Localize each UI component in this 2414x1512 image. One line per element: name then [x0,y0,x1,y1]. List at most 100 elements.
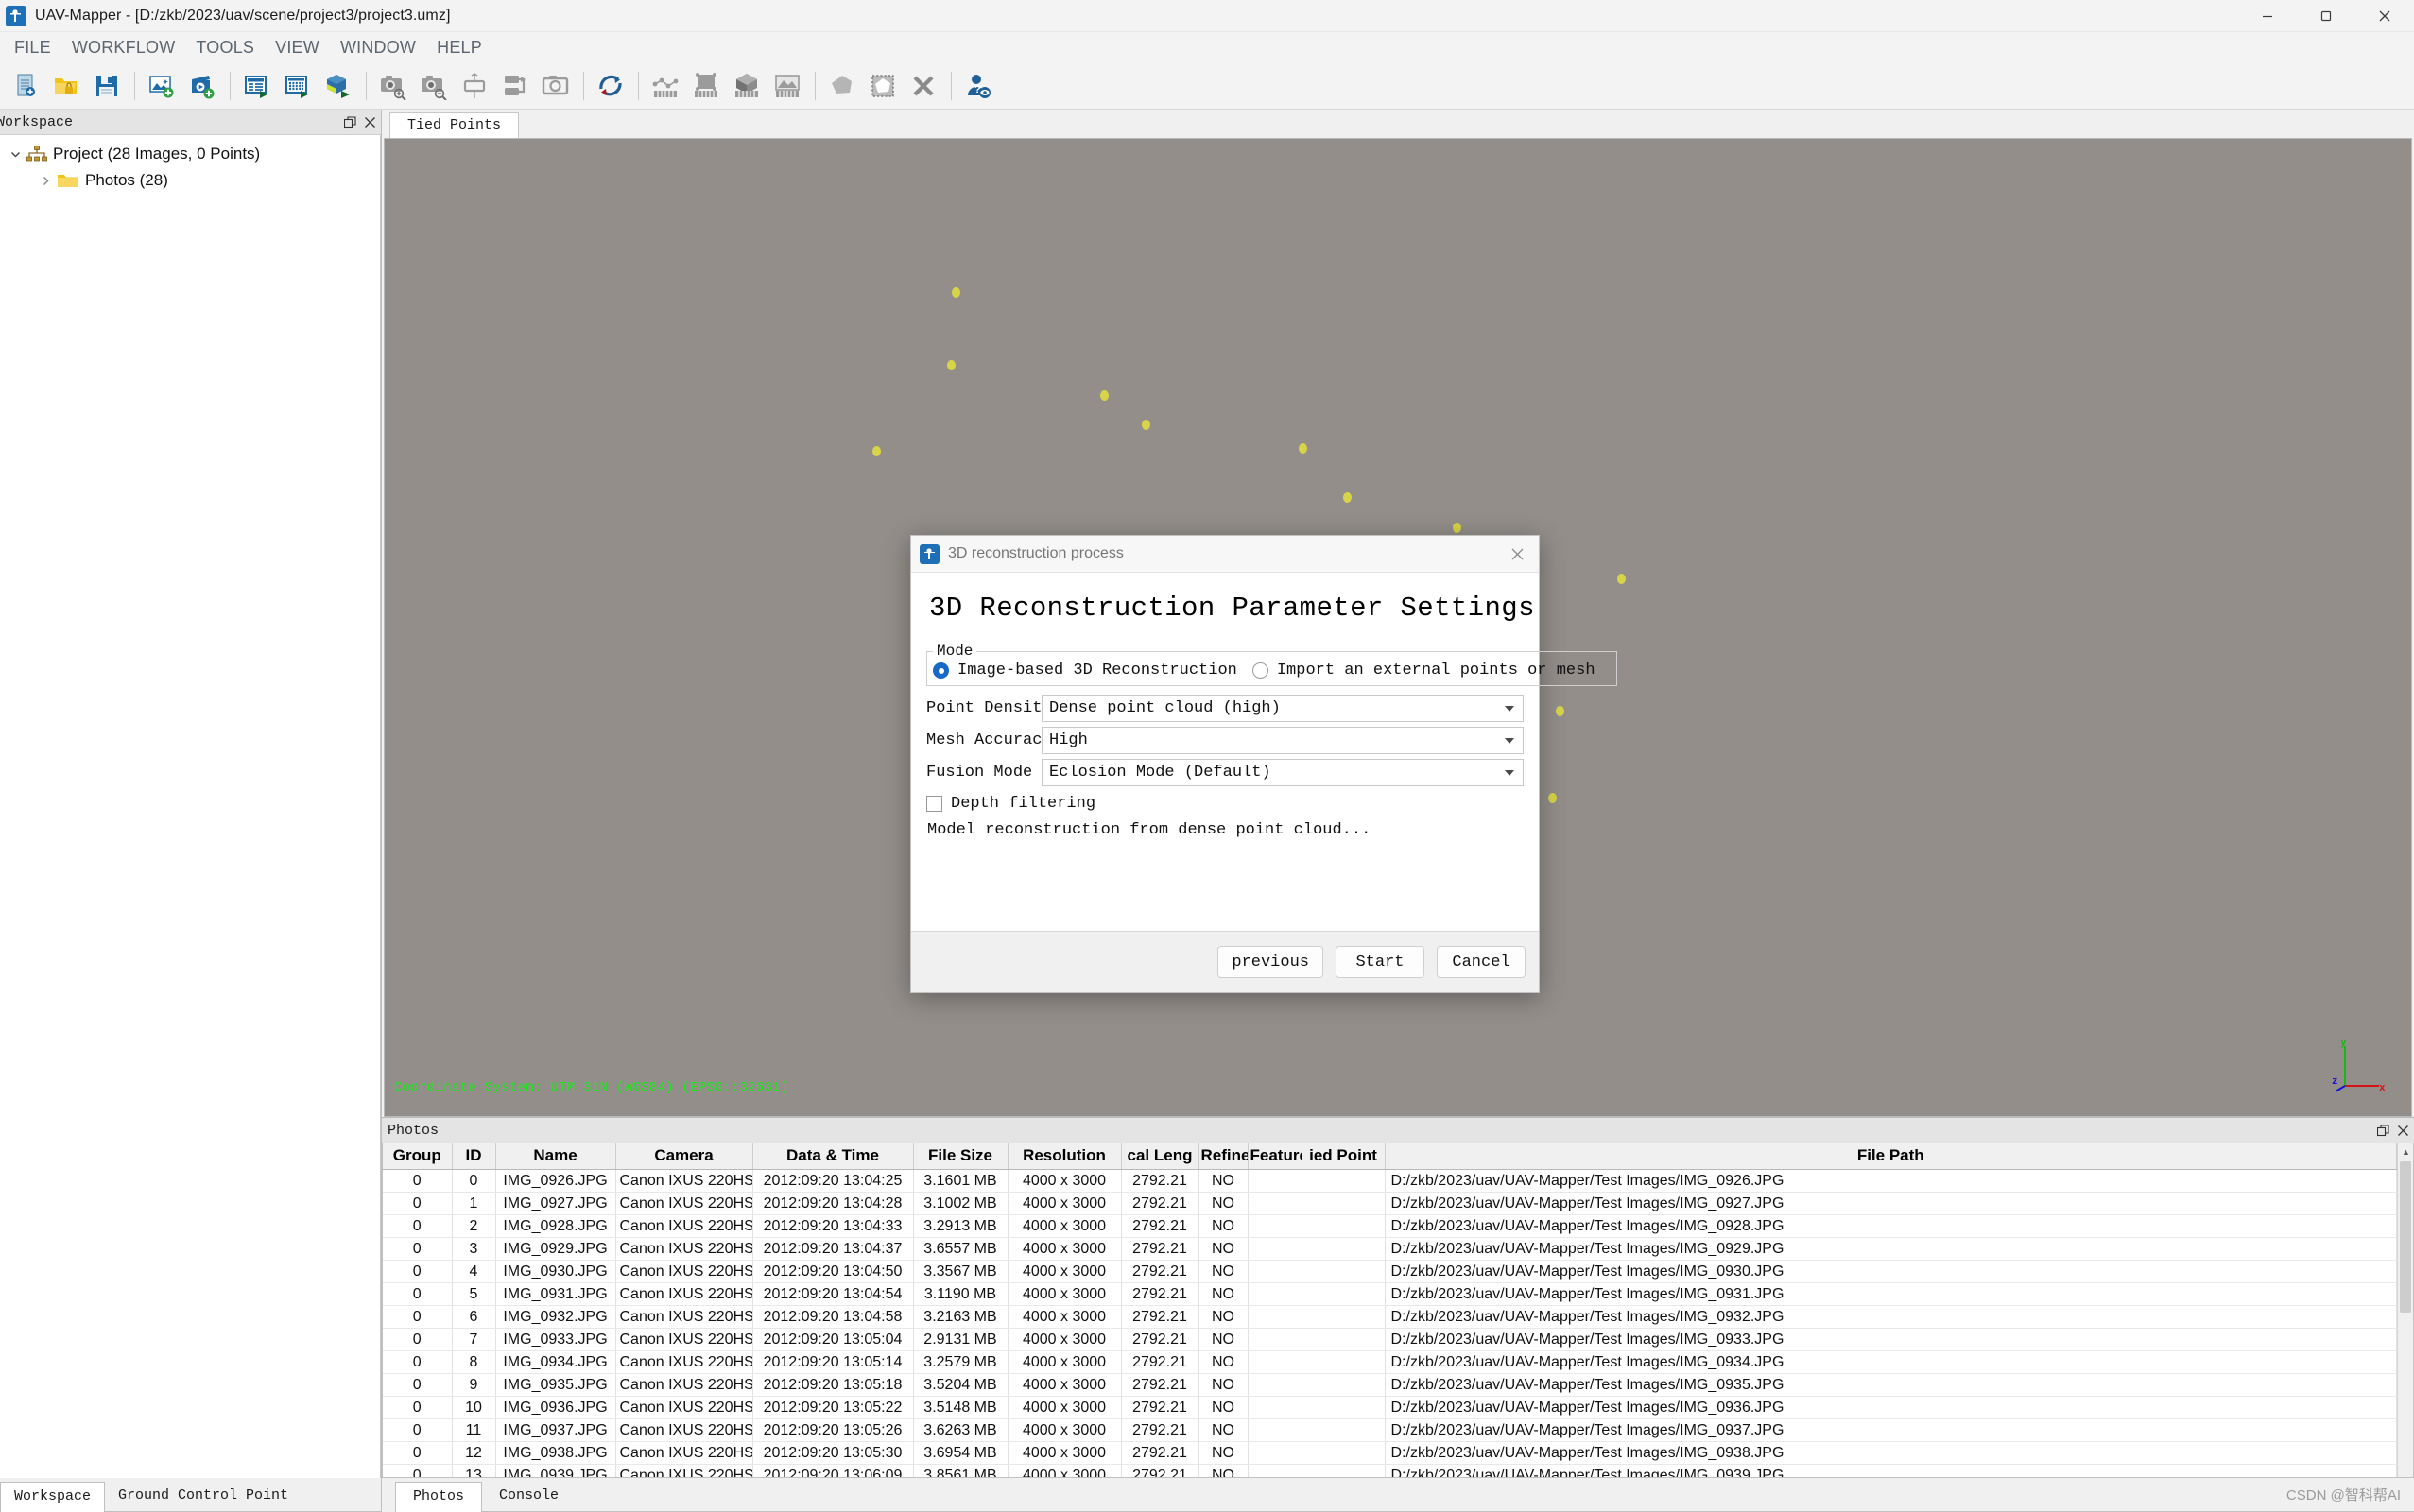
camera-zoom-in-icon[interactable] [373,66,413,106]
close-icon[interactable] [2355,0,2414,32]
table-row[interactable]: 0 1 IMG_0927.JPG Canon IXUS 220HS 2012:09:20… [383,1192,2397,1215]
tree-item-photos[interactable]: Photos (28) [0,167,380,194]
scroll-up-arrow-icon[interactable]: ▲ [2398,1143,2414,1160]
table-row[interactable]: 0 3 IMG_0929.JPG Canon IXUS 220HS 2012:09:20… [383,1237,2397,1261]
camera-icon[interactable] [536,66,576,106]
column-header-camera[interactable]: Camera [615,1143,753,1170]
batch-photo-icon[interactable] [495,66,535,106]
tab-tied-points[interactable]: Tied Points [389,112,520,138]
uav-mapper-logo-icon [6,5,26,26]
photos-table-scrollbar[interactable]: ▲ [2397,1143,2413,1477]
mesh-cube-icon[interactable] [727,66,767,106]
float-dock-icon[interactable] [344,115,356,129]
menu-window[interactable]: WINDOW [330,35,426,60]
table-row[interactable]: 0 7 IMG_0933.JPG Canon IXUS 220HS 2012:09:20… [383,1328,2397,1351]
table-row[interactable]: 0 2 IMG_0928.JPG Canon IXUS 220HS 2012:09:20… [383,1214,2397,1238]
menu-workflow[interactable]: WORKFLOW [61,35,186,60]
table-row[interactable]: 0 12 IMG_0938.JPG Canon IXUS 220HS 2012:09:2… [383,1441,2397,1465]
import-table-icon[interactable] [237,66,277,106]
toolbar-separator [366,72,367,100]
cell-filesize: 3.1190 MB [913,1282,1009,1306]
minimize-icon[interactable] [2238,0,2297,32]
depth-filtering-checkbox[interactable] [926,796,942,812]
column-header-filesize[interactable]: File Size [913,1143,1009,1170]
table-row[interactable]: 0 13 IMG_0939.JPG Canon IXUS 220HS 2012:09:2… [383,1464,2397,1477]
table-row[interactable]: 0 0 IMG_0926.JPG Canon IXUS 220HS 2012:09:20… [383,1169,2397,1193]
fusion-mode-row: Fusion Mode Eclosion Mode (Default) [926,759,1524,786]
application-window: UAV-Mapper - [D:/zkb/2023/uav/scene/proj… [0,0,2414,1512]
tree-item-project[interactable]: Project (28 Images, 0 Points) [0,141,380,167]
table-row[interactable]: 0 8 IMG_0934.JPG Canon IXUS 220HS 2012:09:20… [383,1350,2397,1374]
export-table-icon[interactable] [278,66,318,106]
table-row[interactable]: 0 11 IMG_0937.JPG Canon IXUS 220HS 2012:09:2… [383,1418,2397,1442]
table-row[interactable]: 0 9 IMG_0935.JPG Canon IXUS 220HS 2012:09:20… [383,1373,2397,1397]
mode-radio-row: Image-based 3D Reconstruction Import an … [933,662,1611,679]
close-dock-icon[interactable] [2397,1125,2409,1137]
cancel-button[interactable]: Cancel [1437,946,1526,978]
close-icon[interactable] [1495,536,1539,573]
menu-file[interactable]: FILE [4,35,61,60]
open-folder-icon[interactable] [46,66,86,106]
fusion-mode-select[interactable]: Eclosion Mode (Default) [1042,759,1524,786]
chevron-down-icon[interactable] [6,148,25,161]
add-video-icon[interactable] [182,66,222,106]
close-dock-icon[interactable] [364,116,376,129]
texture-ortho-icon[interactable] [767,66,807,106]
viewport-tab-strip: Tied Points [382,110,2414,138]
cell-tied-points [1302,1305,1386,1329]
cell-resolution: 4000 x 3000 [1008,1169,1122,1193]
cell-file-path: D:/zkb/2023/uav/UAV-Mapper/Test Images/I… [1385,1396,2397,1419]
cell-filesize: 3.5204 MB [913,1373,1009,1397]
table-row[interactable]: 0 4 IMG_0930.JPG Canon IXUS 220HS 2012:09:20… [383,1260,2397,1283]
camera-calibration-icon[interactable] [455,66,494,106]
menu-tools[interactable]: TOOLS [185,35,265,60]
polygon-crop-icon[interactable] [863,66,903,106]
tab-photos[interactable]: Photos [395,1482,483,1512]
radio-image-based-reconstruction[interactable] [933,662,949,679]
column-header-refined[interactable]: Refined [1198,1143,1249,1170]
table-row[interactable]: 0 5 IMG_0931.JPG Canon IXUS 220HS 2012:09:20… [383,1282,2397,1306]
delete-x-icon[interactable] [904,66,943,106]
column-header-group[interactable]: Group [383,1143,453,1170]
tab-ground-control-point[interactable]: Ground Control Point [105,1482,302,1512]
tab-workspace[interactable]: Workspace [0,1482,106,1512]
scrollbar-thumb[interactable] [2400,1161,2411,1313]
column-header-tied-points[interactable]: ied Point [1302,1143,1386,1170]
column-header-features[interactable]: Feature [1248,1143,1302,1170]
menu-view[interactable]: VIEW [265,35,330,60]
column-header-resolution[interactable]: Resolution [1008,1143,1122,1170]
save-floppy-icon[interactable] [87,66,127,106]
mesh-accuracy-select[interactable]: High [1042,727,1524,754]
dense-cloud-icon[interactable] [686,66,726,106]
camera-zoom-out-icon[interactable] [414,66,454,106]
refresh-rotate-icon[interactable] [591,66,630,106]
user-help-icon[interactable]: ? [958,66,998,106]
menu-help[interactable]: HELP [426,35,492,60]
column-header-name[interactable]: Name [495,1143,616,1170]
column-header-focal-length[interactable]: cal Leng [1121,1143,1199,1170]
previous-button[interactable]: previous [1217,946,1323,978]
tie-points-icon[interactable] [646,66,685,106]
column-header-id[interactable]: ID [452,1143,496,1170]
cell-group: 0 [383,1373,453,1397]
maximize-icon[interactable] [2297,0,2355,32]
export-model-icon[interactable] [319,66,358,106]
chevron-right-icon[interactable] [36,175,55,187]
point-density-select[interactable]: Dense point cloud (high) [1042,695,1524,722]
column-header-datetime[interactable]: Data & Time [752,1143,914,1170]
toolbar-separator [230,72,231,100]
cell-tied-points [1302,1350,1386,1374]
add-images-icon[interactable] [142,66,181,106]
cell-group: 0 [383,1305,453,1329]
float-dock-icon[interactable] [2377,1124,2389,1137]
column-header-file-path[interactable]: File Path [1385,1143,2397,1170]
new-document-icon[interactable] [6,66,45,106]
radio-import-external[interactable] [1251,662,1268,679]
cell-focal-length: 2792.21 [1121,1282,1199,1306]
table-row[interactable]: 0 6 IMG_0932.JPG Canon IXUS 220HS 2012:09:20… [383,1305,2397,1329]
dialog-heading: 3D Reconstruction Parameter Settings [929,593,1535,624]
start-button[interactable]: Start [1336,946,1424,978]
polygon-select-icon[interactable] [822,66,862,106]
table-row[interactable]: 0 10 IMG_0936.JPG Canon IXUS 220HS 2012:09:2… [383,1396,2397,1419]
tab-console[interactable]: Console [482,1482,577,1512]
